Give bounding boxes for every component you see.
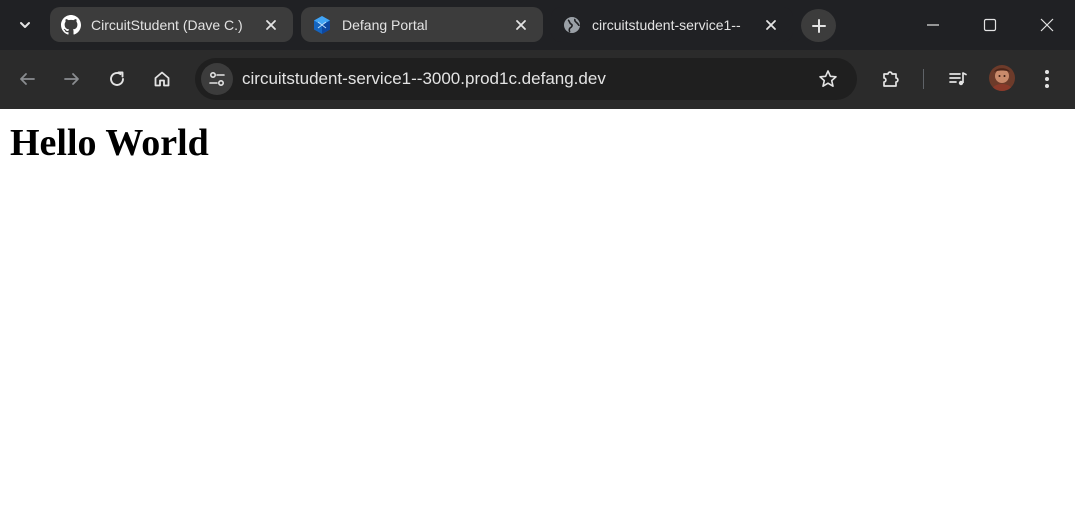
forward-arrow-icon [64,73,79,85]
tab-github[interactable]: CircuitStudent (Dave C.) [50,7,293,42]
minimize-button[interactable] [904,0,961,50]
browser-chrome: CircuitStudent (Dave C.) Defang Portal c… [0,0,1075,109]
defang-icon [312,15,332,35]
tab-defang-portal[interactable]: Defang Portal [301,7,543,42]
site-settings-icon [209,71,225,87]
site-settings-button[interactable] [201,63,233,95]
media-controls-icon [949,72,967,86]
reload-icon [110,71,124,86]
maximize-icon [983,18,996,32]
window-close-button[interactable] [1018,0,1075,50]
page-content: Hello World [0,109,1075,531]
tab-close-icon[interactable] [509,13,533,37]
github-icon [61,14,81,35]
tab-circuitstudent-service[interactable]: circuitstudent-service1-- [551,7,793,42]
media-controls-button[interactable] [941,62,975,96]
bookmark-star-button[interactable] [811,62,845,96]
back-button[interactable] [10,62,44,96]
toolbar: circuitstudent-service1--3000.prod1c.def… [0,50,1075,109]
toolbar-divider [923,69,924,89]
back-arrow-icon [20,73,35,85]
page-heading: Hello World [10,122,209,164]
globe-icon [562,15,582,35]
home-icon [154,71,170,87]
plus-icon [811,18,826,33]
tab-title: Defang Portal [342,16,428,33]
home-button[interactable] [145,62,179,96]
minimize-icon [926,24,939,26]
star-icon [819,70,837,87]
more-menu-icon [1045,70,1049,88]
reload-button[interactable] [100,62,134,96]
address-bar-url[interactable]: circuitstudent-service1--3000.prod1c.def… [242,69,606,89]
extensions-button[interactable] [874,62,908,96]
extensions-icon [883,71,899,87]
maximize-button[interactable] [961,0,1018,50]
tab-close-icon[interactable] [759,13,783,37]
tab-title: CircuitStudent (Dave C.) [91,16,243,33]
tab-close-icon[interactable] [259,13,283,37]
tab-search-button[interactable] [8,8,42,42]
forward-button[interactable] [55,62,89,96]
tab-strip: CircuitStudent (Dave C.) Defang Portal c… [0,0,1075,50]
profile-avatar[interactable] [989,65,1015,91]
more-menu-button[interactable] [1030,62,1064,96]
tab-title: circuitstudent-service1-- [592,16,741,33]
chevron-down-icon [20,22,30,28]
new-tab-button[interactable] [801,9,836,42]
close-icon [1040,18,1053,32]
address-bar[interactable]: circuitstudent-service1--3000.prod1c.def… [195,58,857,100]
